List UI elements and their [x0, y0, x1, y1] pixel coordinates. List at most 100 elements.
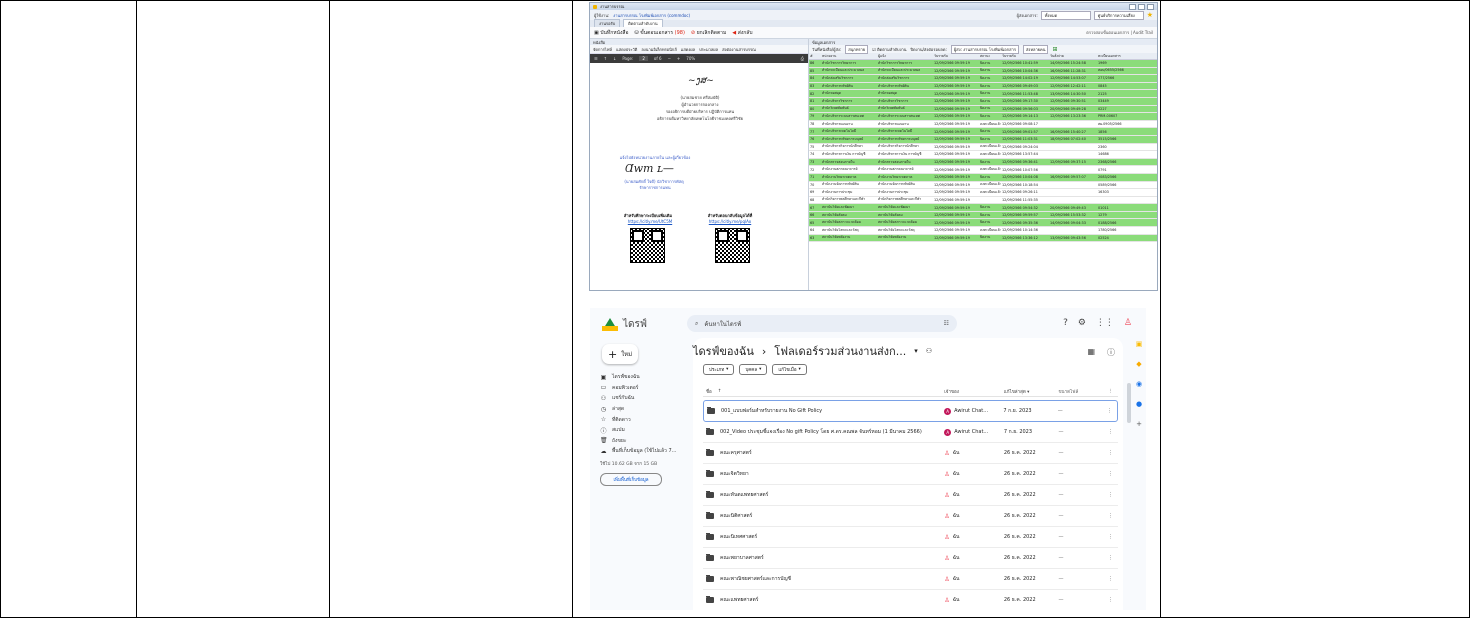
grid-row[interactable]: 65 สถาบันวิจัยสภาวะแวดล้อม สถาบันวิจัยสภาว…	[809, 218, 1157, 228]
shared-people-icon[interactable]: ⚇	[926, 347, 932, 355]
file-name[interactable]: 002_Video ประชุมชี้แจงเรื่อง No gift Pol…	[720, 428, 922, 436]
maximize-button[interactable]	[1138, 3, 1145, 10]
details-info-icon[interactable]: ⓘ	[1107, 347, 1115, 358]
breadcrumb-root[interactable]: ไดรฟ์ของฉัน	[693, 342, 754, 360]
file-row[interactable]: คณะนิเทศศาสตร์ ♙ ฉัน 26 ธ.ค. 2022— ⋮	[703, 527, 1118, 548]
page-down-icon[interactable]: ↓	[613, 56, 616, 61]
page-input[interactable]: 2	[639, 56, 648, 61]
unit-select[interactable]: ศูนย์บริการความเสี่ยง	[1093, 10, 1144, 20]
sidebar-item[interactable]: ▭ คอมพิวเตอร์	[600, 383, 690, 394]
doc-steps-button[interactable]: ⛁ ขั้นตอนเอกสาร (98)	[634, 29, 684, 37]
file-name[interactable]: คณะครุศาสตร์	[720, 449, 752, 457]
zoom-level[interactable]: 70%	[686, 56, 695, 61]
breadcrumb-current[interactable]: โฟลเดอร์รวมส่วนงานส่งก...	[774, 342, 906, 360]
show-history-button[interactable]: แสดงประวัติ	[616, 46, 637, 53]
grid-row[interactable]: 78 สำนักบริหารแผนงาน สำนักบริหารแผนงาน 12/0…	[809, 120, 1157, 129]
grid-row[interactable]: 69 สำนักงานการประชุม สำนักงานการประชุม 12/0…	[809, 188, 1157, 197]
audit-trail-link[interactable]: ตรวจสอบขั้นตอนเอกสาร | Audit Trail	[1086, 29, 1153, 36]
grid-row[interactable]: 83 สำนักบริหารทรัพย์สิน สำนักบริหารทรัพย์ส…	[809, 82, 1157, 91]
file-row[interactable]: 001_แบบฟอร์มสำหรับรายงาน No Gift Policy A…	[703, 400, 1118, 422]
grid-row[interactable]: 82 สำนักหอสมุด สำนักหอสมุด 12/09/2566 09:59…	[809, 89, 1157, 98]
more-options-icon[interactable]: ⋮	[1103, 429, 1118, 435]
print-icon[interactable]: ⎙	[801, 56, 804, 61]
more-options-icon[interactable]: ⋮	[1102, 408, 1117, 414]
file-row[interactable]: 002_Video ประชุมชี้แจงเรื่อง No gift Pol…	[703, 422, 1118, 443]
contacts-icon[interactable]: ●	[1136, 400, 1142, 408]
file-name[interactable]: คณะพาณิชยศาสตร์และการบัญชี	[720, 575, 791, 583]
save-doc-button[interactable]: ▣ บันทึกหนังสือ	[594, 29, 628, 37]
header-size[interactable]: ขนาดไฟล์	[1058, 388, 1103, 395]
grid-row[interactable]: 80 สำนักวิเทศสัมพันธ์ สำนักวิเทศสัมพันธ์ 12…	[809, 105, 1157, 114]
file-name[interactable]: คณะแพทยศาสตร์	[720, 596, 758, 604]
scrollbar[interactable]	[1127, 383, 1131, 423]
grid-row[interactable]: 68 สำนักกิจการพลศึกษาและกีฬา สำนักกิจการพล…	[809, 196, 1157, 205]
final-select[interactable]: ส่งหลายคน	[1022, 44, 1049, 54]
close-button[interactable]	[1147, 3, 1154, 10]
user-value[interactable]: งานสารบรรณ โรงพิมพ์เอกสาร (commdoc)	[613, 12, 690, 19]
file-row[interactable]: คณะแพทยศาสตร์ ♙ ฉัน 26 ธ.ค. 2022— ⋮	[703, 590, 1118, 610]
grid-row[interactable]: 63 สถาบันวิจัยพลังงาน สถาบันวิจัยพลังงาน 12…	[809, 234, 1157, 243]
tab-inbox[interactable]: งานรอรับ	[594, 19, 621, 27]
more-options-icon[interactable]: ⋮	[1103, 492, 1118, 498]
minimize-button[interactable]	[1129, 3, 1136, 10]
file-row[interactable]: คณะนิติศาสตร์ ♙ ฉัน 26 ธ.ค. 2022— ⋮	[703, 506, 1118, 527]
cancel-tracking-button[interactable]: ⊘ ยกเลิกติดตาม	[691, 29, 726, 37]
grid-row[interactable]: 70 สำนักงานจัดการทรัพย์สิน สำนักงานจัดการท…	[809, 181, 1157, 190]
file-name[interactable]: 001_แบบฟอร์มสำหรับรายงาน No Gift Policy	[721, 407, 822, 415]
file-name[interactable]: คณะพยาบาลศาสตร์	[720, 554, 764, 562]
apps-grid-icon[interactable]: ⋮⋮	[1096, 318, 1114, 328]
favorite-icon[interactable]: ★	[1147, 11, 1153, 19]
sidebar-item[interactable]: ⓘ สแปม	[600, 425, 690, 436]
sender-select[interactable]: ทั้งหมด	[1040, 10, 1091, 20]
grid-row[interactable]: 79 สำนักบริหารระบบสารสนเทศ สำนักบริหารระบบ…	[809, 112, 1157, 121]
grid-row[interactable]: 81 สำนักบริหารวิชาการ สำนักบริหารวิชาการ 12…	[809, 97, 1157, 106]
new-button[interactable]: + ใหม่	[602, 344, 638, 364]
grid-row[interactable]: 86 สำนักวิชาการวิทยาการ สำนักวิชาการวิทยาก…	[809, 59, 1157, 68]
e-sign-button[interactable]: ลงนามอิเล็กทรอนิกส์	[641, 46, 676, 53]
search-options-icon[interactable]: ☷	[944, 320, 949, 327]
grid-row[interactable]: 66 สถาบันวิจัยสังคม สถาบันวิจัยสังคม 12/09/…	[809, 211, 1157, 220]
calendar-icon[interactable]: ▣	[1136, 340, 1143, 348]
page-up-icon[interactable]: ↑	[604, 56, 607, 61]
more-options-icon[interactable]: ⋮	[1103, 471, 1118, 477]
qr1-link[interactable]: https://citly.me/UtC5M	[615, 219, 685, 224]
grid-row[interactable]: 64 สถาบันวิจัยโลหะและวัสดุ สถาบันวิจัยโลหะ…	[809, 226, 1157, 235]
grid-row[interactable]: 75 สำนักบริหารกิจการนักศึกษา สำนักบริหารกิ…	[809, 143, 1157, 152]
status-select[interactable]: ผู้ส่ง: งานสารบรรณ โรงพิมพ์เอกสาร	[950, 44, 1019, 54]
file-name[interactable]: คณะนิเทศศาสตร์	[720, 533, 757, 541]
tracking-checkbox[interactable]: ☑ ติดตามลำดับงาน	[872, 46, 906, 53]
header-owner[interactable]: เจ้าของ	[944, 388, 1004, 395]
more-options-icon[interactable]: ⋮	[1103, 534, 1118, 540]
tasks-icon[interactable]: ◉	[1136, 380, 1142, 388]
search-input[interactable]: ค้นหาในไดรฟ์	[704, 319, 741, 329]
account-avatar-icon[interactable]: ♙	[1124, 318, 1132, 328]
grid-row[interactable]: 74 สำนักบริหารการเงิน การบัญชี สำนักบริหาร…	[809, 150, 1157, 159]
display-button[interactable]: แสดงผล	[681, 46, 695, 53]
grid-row[interactable]: 85 สำนักทะเบียนและประมวลผล สำนักทะเบียนและ…	[809, 67, 1157, 76]
search-icon[interactable]: ⌕	[695, 320, 698, 328]
more-options-icon[interactable]: ⋮	[1103, 389, 1118, 394]
forward-button[interactable]: ส่งต่องานสารบรรณ	[722, 46, 756, 53]
zoom-out-icon[interactable]: −	[668, 56, 671, 61]
sidebar-item[interactable]: 🗑 ถังขยะ	[600, 436, 690, 447]
more-options-icon[interactable]: ⋮	[1103, 513, 1118, 519]
file-name[interactable]: คณะทันตแพทยศาสตร์	[720, 491, 768, 499]
file-row[interactable]: คณะพาณิชยศาสตร์และการบัญชี ♙ ฉัน 26 ธ.ค. 20…	[703, 569, 1118, 590]
search-bar[interactable]: ⌕ ค้นหาในไดรฟ์ ☷	[687, 315, 957, 332]
more-options-icon[interactable]: ⋮	[1103, 450, 1118, 456]
grid-row[interactable]: 76 สำนักบริหารทรัพยากรมนุษย์ สำนักบริหารทร…	[809, 135, 1157, 144]
file-manage-button[interactable]: จัดการไฟล์	[593, 46, 612, 53]
file-row[interactable]: คณะจิตวิทยา ♙ ฉัน 26 ธ.ค. 2022— ⋮	[703, 464, 1118, 485]
chip-people[interactable]: บุคคล ▾	[739, 364, 768, 375]
chip-type[interactable]: ประเภท ▾	[703, 364, 735, 375]
sidebar-item[interactable]: ☆ ที่ติดดาว	[600, 414, 690, 425]
sort-arrow-icon[interactable]: ↑	[718, 389, 722, 394]
settings-icon[interactable]: ⚙	[1078, 318, 1086, 328]
chevron-down-icon[interactable]: ▾	[914, 347, 918, 355]
excel-export-icon[interactable]: ⊞	[1052, 46, 1057, 53]
send-back-button[interactable]: ◀ ส่งกลับ	[732, 29, 752, 37]
process-button[interactable]: ประมวลผล	[699, 46, 718, 53]
qr2-link[interactable]: https://citly.me/pqlAo	[695, 219, 765, 224]
grid-row[interactable]: 67 สถาบันวิจัยและพัฒนา สถาบันวิจัยและพัฒนา…	[809, 203, 1157, 212]
header-name[interactable]: ชื่อ ↑	[703, 388, 944, 395]
